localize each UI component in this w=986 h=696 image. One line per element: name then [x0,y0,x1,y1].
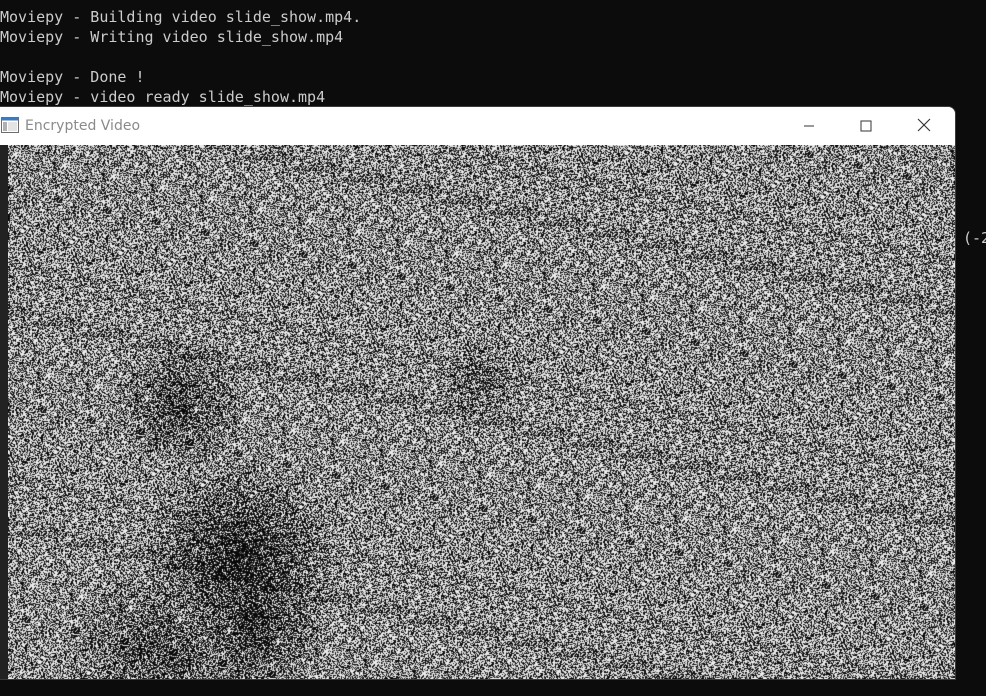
window-title: Encrypted Video [25,118,141,134]
terminal-side-fragment: (-2 [963,229,986,247]
minimize-icon [803,117,815,136]
terminal-line: Moviepy - Building video slide_show.mp4. [0,8,362,26]
encrypted-video-window[interactable]: Encrypted Video [0,107,955,679]
maximize-button[interactable] [843,107,889,145]
minimize-button[interactable] [786,107,832,145]
video-frame [0,145,955,679]
terminal-line: Moviepy - Writing video slide_show.mp4 [0,28,344,46]
maximize-icon [860,117,872,136]
close-icon [917,117,931,136]
terminal-line: Moviepy - Done ! [0,68,145,86]
app-window-icon [1,117,19,133]
window-titlebar[interactable]: Encrypted Video [0,107,955,145]
encrypted-noise-canvas [8,145,955,679]
close-button[interactable] [901,107,947,145]
frame-left-strip [0,145,8,679]
terminal-line: Moviepy - video ready slide_show.mp4 [0,88,326,106]
